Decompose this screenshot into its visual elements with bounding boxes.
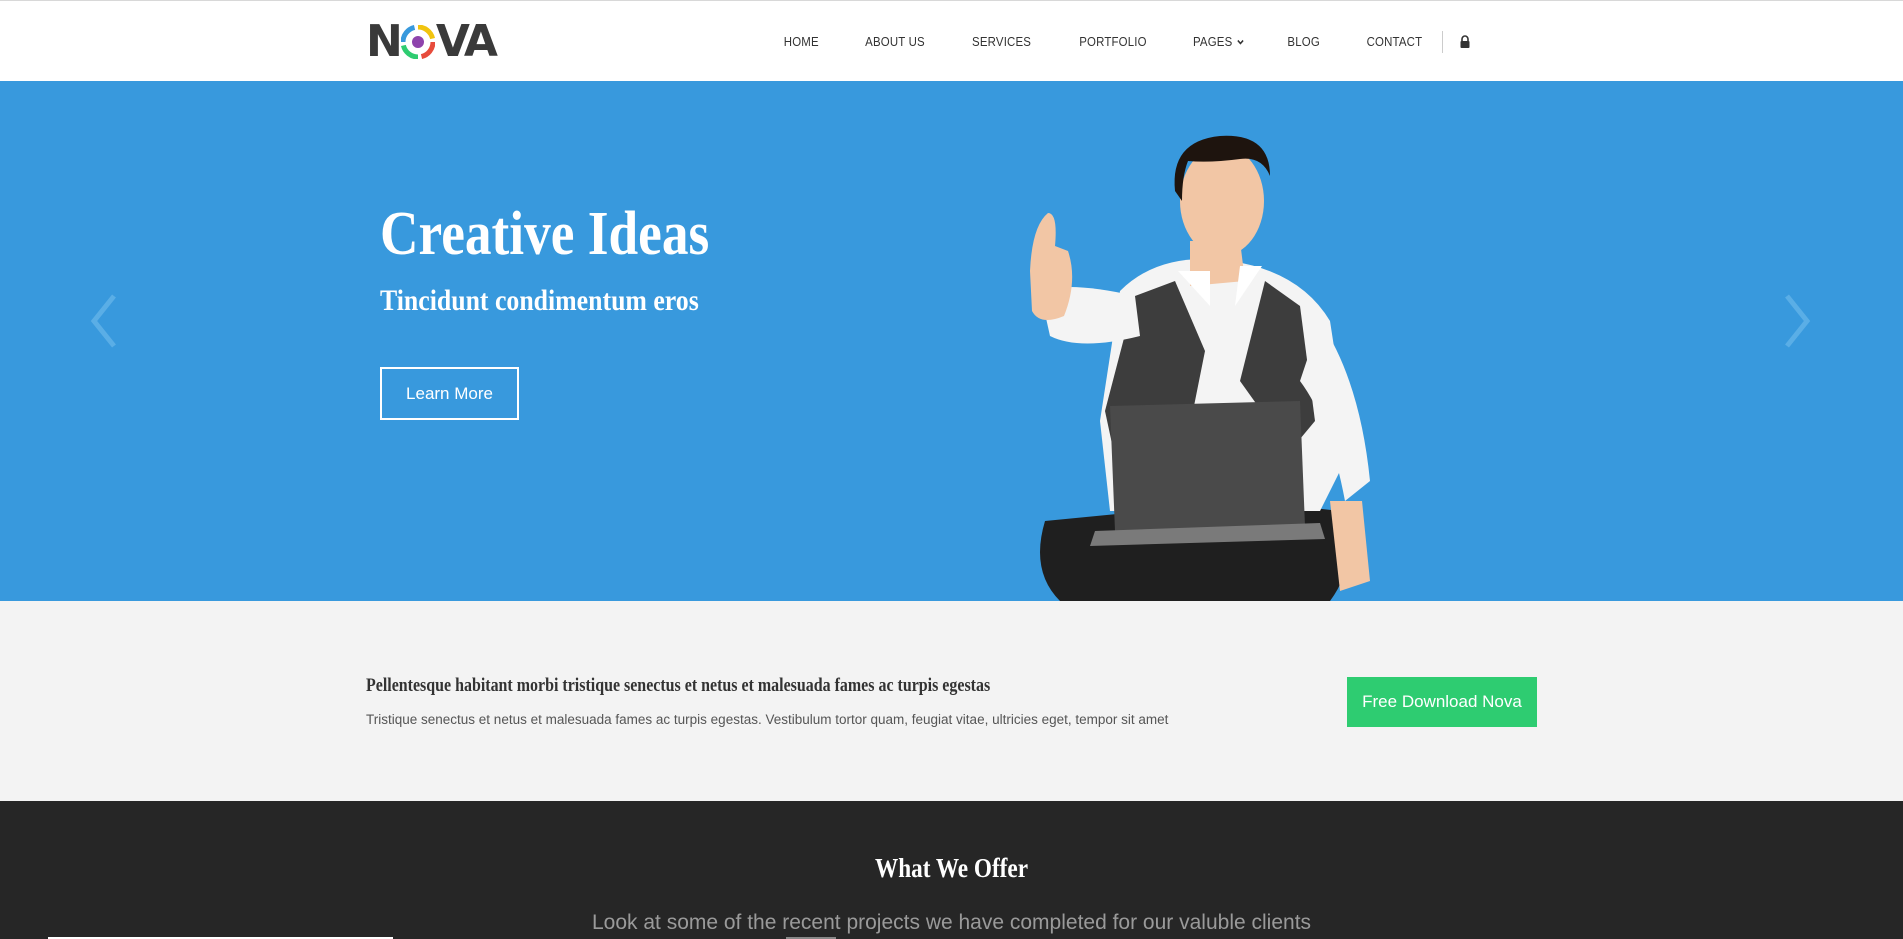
nav-blog[interactable]: BLOG	[1287, 34, 1320, 49]
logo-swirl-icon	[400, 25, 435, 59]
hero-title: Creative Ideas	[380, 200, 710, 268]
nav-pages-label: PAGES	[1192, 34, 1233, 49]
offer-subtitle: Look at some of the recent projects we h…	[591, 911, 1312, 934]
promo-title: Pellentesque habitant morbi tristique se…	[366, 675, 991, 696]
nav-contact[interactable]: CONTACT	[1366, 34, 1422, 49]
nav-portfolio[interactable]: PORTFOLIO	[1079, 34, 1146, 49]
learn-more-button[interactable]: Learn More	[380, 367, 519, 420]
free-download-button[interactable]: Free Download Nova	[1347, 677, 1537, 727]
offer-section: What We Offer Look at some of the recent…	[0, 801, 1903, 939]
hero-person-image	[1030, 135, 1370, 601]
nav-about-us[interactable]: ABOUT US	[865, 34, 925, 49]
nav-pages[interactable]: PAGES	[1193, 34, 1244, 49]
site-header: N VA HOME ABOUT US SERVICES PORTFOLIO PA…	[0, 0, 1903, 81]
nav-divider	[1442, 30, 1443, 53]
logo-letter-n: N	[366, 16, 403, 67]
nova-logo[interactable]: N VA	[366, 16, 498, 67]
hero-slider: Creative Ideas Tincidunt condimentum ero…	[0, 81, 1903, 601]
nav-home[interactable]: HOME	[783, 34, 818, 49]
promo-section: Pellentesque habitant morbi tristique se…	[0, 601, 1903, 801]
chevron-right-icon[interactable]	[1777, 291, 1817, 351]
lock-icon[interactable]	[1459, 34, 1471, 49]
hero-subtitle: Tincidunt condimentum eros	[380, 284, 699, 317]
nav-services[interactable]: SERVICES	[972, 34, 1031, 49]
promo-text: Tristique senectus et netus et malesuada…	[366, 712, 1169, 727]
offer-title: What We Offer	[874, 853, 1029, 883]
main-nav: HOME ABOUT US SERVICES PORTFOLIO PAGES B…	[740, 1, 1471, 82]
chevron-left-icon[interactable]	[84, 291, 124, 351]
chevron-down-icon	[1237, 39, 1244, 45]
logo-letters-va: VA	[435, 16, 498, 67]
